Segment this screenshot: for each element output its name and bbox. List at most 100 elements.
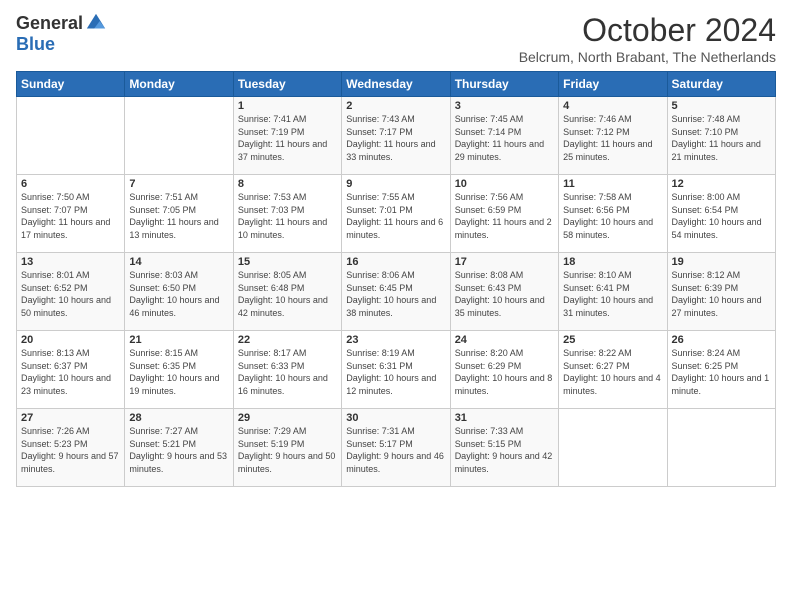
day-number: 13 — [21, 256, 120, 268]
logo-blue: Blue — [16, 34, 55, 55]
day-info: Sunrise: 8:03 AM Sunset: 6:50 PM Dayligh… — [129, 269, 228, 319]
day-cell: 21Sunrise: 8:15 AM Sunset: 6:35 PM Dayli… — [125, 331, 233, 409]
subtitle: Belcrum, North Brabant, The Netherlands — [519, 49, 776, 65]
week-row-0: 1Sunrise: 7:41 AM Sunset: 7:19 PM Daylig… — [17, 97, 776, 175]
day-info: Sunrise: 8:24 AM Sunset: 6:25 PM Dayligh… — [672, 347, 771, 397]
day-header-wednesday: Wednesday — [342, 72, 450, 97]
day-cell: 8Sunrise: 7:53 AM Sunset: 7:03 PM Daylig… — [233, 175, 341, 253]
day-cell — [559, 409, 667, 487]
day-cell: 19Sunrise: 8:12 AM Sunset: 6:39 PM Dayli… — [667, 253, 775, 331]
day-info: Sunrise: 7:29 AM Sunset: 5:19 PM Dayligh… — [238, 425, 337, 475]
day-number: 6 — [21, 178, 120, 190]
day-cell: 24Sunrise: 8:20 AM Sunset: 6:29 PM Dayli… — [450, 331, 558, 409]
day-info: Sunrise: 8:17 AM Sunset: 6:33 PM Dayligh… — [238, 347, 337, 397]
day-info: Sunrise: 8:20 AM Sunset: 6:29 PM Dayligh… — [455, 347, 554, 397]
day-info: Sunrise: 8:01 AM Sunset: 6:52 PM Dayligh… — [21, 269, 120, 319]
week-row-1: 6Sunrise: 7:50 AM Sunset: 7:07 PM Daylig… — [17, 175, 776, 253]
day-number: 1 — [238, 100, 337, 112]
day-cell: 20Sunrise: 8:13 AM Sunset: 6:37 PM Dayli… — [17, 331, 125, 409]
day-info: Sunrise: 8:12 AM Sunset: 6:39 PM Dayligh… — [672, 269, 771, 319]
day-info: Sunrise: 8:15 AM Sunset: 6:35 PM Dayligh… — [129, 347, 228, 397]
day-cell: 22Sunrise: 8:17 AM Sunset: 6:33 PM Dayli… — [233, 331, 341, 409]
week-row-2: 13Sunrise: 8:01 AM Sunset: 6:52 PM Dayli… — [17, 253, 776, 331]
day-info: Sunrise: 7:26 AM Sunset: 5:23 PM Dayligh… — [21, 425, 120, 475]
header: General Blue October 2024 Belcrum, North… — [16, 12, 776, 65]
day-info: Sunrise: 7:53 AM Sunset: 7:03 PM Dayligh… — [238, 191, 337, 241]
day-number: 20 — [21, 334, 120, 346]
day-number: 26 — [672, 334, 771, 346]
day-info: Sunrise: 7:45 AM Sunset: 7:14 PM Dayligh… — [455, 113, 554, 163]
day-cell: 12Sunrise: 8:00 AM Sunset: 6:54 PM Dayli… — [667, 175, 775, 253]
day-number: 10 — [455, 178, 554, 190]
day-info: Sunrise: 7:51 AM Sunset: 7:05 PM Dayligh… — [129, 191, 228, 241]
day-number: 21 — [129, 334, 228, 346]
day-cell: 10Sunrise: 7:56 AM Sunset: 6:59 PM Dayli… — [450, 175, 558, 253]
page: General Blue October 2024 Belcrum, North… — [0, 0, 792, 495]
day-info: Sunrise: 8:05 AM Sunset: 6:48 PM Dayligh… — [238, 269, 337, 319]
day-number: 22 — [238, 334, 337, 346]
day-number: 12 — [672, 178, 771, 190]
day-cell: 17Sunrise: 8:08 AM Sunset: 6:43 PM Dayli… — [450, 253, 558, 331]
logo-icon — [85, 12, 107, 34]
day-header-sunday: Sunday — [17, 72, 125, 97]
day-number: 14 — [129, 256, 228, 268]
week-row-4: 27Sunrise: 7:26 AM Sunset: 5:23 PM Dayli… — [17, 409, 776, 487]
day-info: Sunrise: 7:58 AM Sunset: 6:56 PM Dayligh… — [563, 191, 662, 241]
day-cell: 27Sunrise: 7:26 AM Sunset: 5:23 PM Dayli… — [17, 409, 125, 487]
day-header-saturday: Saturday — [667, 72, 775, 97]
day-cell: 4Sunrise: 7:46 AM Sunset: 7:12 PM Daylig… — [559, 97, 667, 175]
day-number: 8 — [238, 178, 337, 190]
day-header-tuesday: Tuesday — [233, 72, 341, 97]
day-cell: 14Sunrise: 8:03 AM Sunset: 6:50 PM Dayli… — [125, 253, 233, 331]
day-info: Sunrise: 8:00 AM Sunset: 6:54 PM Dayligh… — [672, 191, 771, 241]
day-cell — [17, 97, 125, 175]
day-number: 4 — [563, 100, 662, 112]
day-cell: 23Sunrise: 8:19 AM Sunset: 6:31 PM Dayli… — [342, 331, 450, 409]
day-info: Sunrise: 7:41 AM Sunset: 7:19 PM Dayligh… — [238, 113, 337, 163]
day-cell: 25Sunrise: 8:22 AM Sunset: 6:27 PM Dayli… — [559, 331, 667, 409]
day-cell: 30Sunrise: 7:31 AM Sunset: 5:17 PM Dayli… — [342, 409, 450, 487]
day-cell: 9Sunrise: 7:55 AM Sunset: 7:01 PM Daylig… — [342, 175, 450, 253]
day-cell: 29Sunrise: 7:29 AM Sunset: 5:19 PM Dayli… — [233, 409, 341, 487]
day-info: Sunrise: 8:19 AM Sunset: 6:31 PM Dayligh… — [346, 347, 445, 397]
day-info: Sunrise: 7:56 AM Sunset: 6:59 PM Dayligh… — [455, 191, 554, 241]
day-cell: 26Sunrise: 8:24 AM Sunset: 6:25 PM Dayli… — [667, 331, 775, 409]
day-info: Sunrise: 8:13 AM Sunset: 6:37 PM Dayligh… — [21, 347, 120, 397]
day-number: 24 — [455, 334, 554, 346]
week-row-3: 20Sunrise: 8:13 AM Sunset: 6:37 PM Dayli… — [17, 331, 776, 409]
day-info: Sunrise: 8:08 AM Sunset: 6:43 PM Dayligh… — [455, 269, 554, 319]
day-number: 18 — [563, 256, 662, 268]
day-info: Sunrise: 7:27 AM Sunset: 5:21 PM Dayligh… — [129, 425, 228, 475]
day-number: 3 — [455, 100, 554, 112]
day-info: Sunrise: 7:33 AM Sunset: 5:15 PM Dayligh… — [455, 425, 554, 475]
day-info: Sunrise: 8:10 AM Sunset: 6:41 PM Dayligh… — [563, 269, 662, 319]
day-number: 7 — [129, 178, 228, 190]
day-number: 17 — [455, 256, 554, 268]
day-header-monday: Monday — [125, 72, 233, 97]
day-cell: 3Sunrise: 7:45 AM Sunset: 7:14 PM Daylig… — [450, 97, 558, 175]
day-number: 2 — [346, 100, 445, 112]
calendar-table: SundayMondayTuesdayWednesdayThursdayFrid… — [16, 71, 776, 487]
day-cell: 18Sunrise: 8:10 AM Sunset: 6:41 PM Dayli… — [559, 253, 667, 331]
day-cell: 2Sunrise: 7:43 AM Sunset: 7:17 PM Daylig… — [342, 97, 450, 175]
month-title: October 2024 — [519, 12, 776, 49]
day-number: 5 — [672, 100, 771, 112]
day-number: 25 — [563, 334, 662, 346]
logo: General Blue — [16, 12, 107, 55]
day-number: 19 — [672, 256, 771, 268]
day-header-thursday: Thursday — [450, 72, 558, 97]
day-number: 27 — [21, 412, 120, 424]
day-info: Sunrise: 7:43 AM Sunset: 7:17 PM Dayligh… — [346, 113, 445, 163]
day-cell: 7Sunrise: 7:51 AM Sunset: 7:05 PM Daylig… — [125, 175, 233, 253]
day-info: Sunrise: 7:55 AM Sunset: 7:01 PM Dayligh… — [346, 191, 445, 241]
day-info: Sunrise: 8:22 AM Sunset: 6:27 PM Dayligh… — [563, 347, 662, 397]
day-header-friday: Friday — [559, 72, 667, 97]
day-cell: 13Sunrise: 8:01 AM Sunset: 6:52 PM Dayli… — [17, 253, 125, 331]
day-info: Sunrise: 7:31 AM Sunset: 5:17 PM Dayligh… — [346, 425, 445, 475]
day-cell: 15Sunrise: 8:05 AM Sunset: 6:48 PM Dayli… — [233, 253, 341, 331]
day-cell — [667, 409, 775, 487]
day-number: 30 — [346, 412, 445, 424]
day-number: 31 — [455, 412, 554, 424]
day-cell — [125, 97, 233, 175]
day-number: 23 — [346, 334, 445, 346]
